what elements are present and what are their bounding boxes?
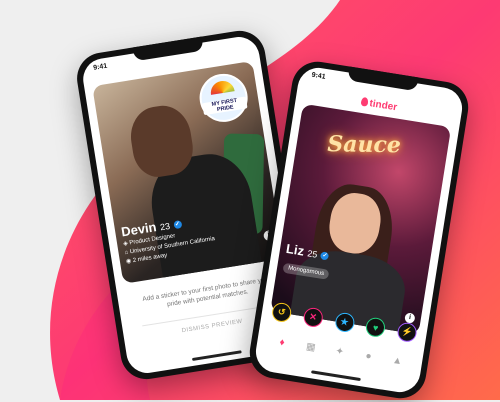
tab-top-picks[interactable]: ✦ — [332, 343, 348, 359]
status-time: 9:41 — [311, 71, 327, 81]
super-like-icon: ★ — [339, 316, 350, 328]
super-like-button[interactable]: ★ — [333, 311, 356, 334]
profile-name: Liz — [285, 240, 306, 259]
flame-icon — [360, 96, 369, 107]
explore-tab-icon: ▦ — [305, 340, 317, 354]
home-indicator — [191, 350, 242, 362]
profile-age: 23 — [159, 220, 171, 233]
status-time: 9:41 — [92, 62, 108, 72]
boost-icon: ⚡ — [400, 325, 414, 338]
verified-badge-icon: ✓ — [172, 219, 183, 229]
nope-button[interactable]: ✕ — [302, 306, 324, 329]
nope-icon: ✕ — [308, 311, 318, 323]
tab-messages[interactable]: ● — [361, 348, 377, 364]
verified-badge-icon: ✓ — [320, 250, 330, 261]
tab-explore[interactable]: ▦ — [303, 339, 319, 355]
sticker-text: MY FIRST PRIDE — [202, 96, 248, 116]
like-button[interactable]: ♥ — [364, 316, 387, 339]
tab-profile[interactable]: ▲ — [389, 353, 405, 369]
tab-home[interactable]: ♦ — [274, 334, 290, 350]
like-icon: ♥ — [372, 321, 380, 333]
neon-sign: Sauce — [327, 131, 402, 159]
rewind-button[interactable]: ↺ — [270, 301, 293, 324]
profile-photo[interactable]: Sauce — [270, 103, 452, 335]
profile-tab-icon: ▲ — [391, 354, 404, 367]
pride-sticker[interactable]: MY FIRST PRIDE — [196, 70, 252, 126]
profile-age: 25 — [306, 248, 319, 260]
home-indicator — [310, 370, 361, 382]
brand-name: tinder — [368, 98, 398, 114]
rewind-icon: ↺ — [277, 306, 287, 318]
chat-tab-icon: ● — [364, 350, 373, 362]
flame-tab-icon: ♦ — [278, 336, 286, 349]
rainbow-icon — [209, 79, 235, 95]
sparkle-tab-icon: ✦ — [334, 345, 345, 358]
boost-button[interactable]: ⚡ — [396, 321, 418, 344]
profile-info: Liz 25 ✓ Monogamous — [282, 241, 333, 281]
